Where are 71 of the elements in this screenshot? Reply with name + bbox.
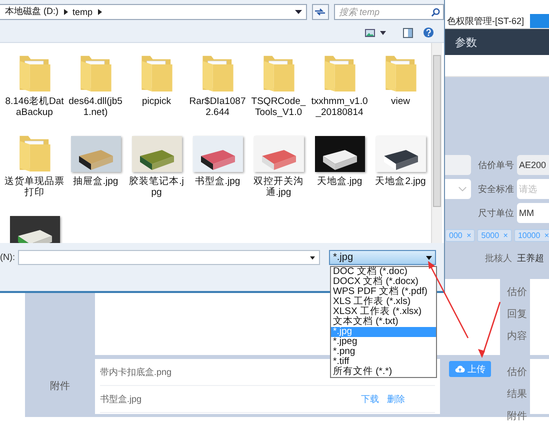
dropdown-option[interactable]: XLS 工作表 (*.xls) — [331, 297, 436, 307]
tag: 000 × — [445, 228, 476, 242]
dropdown-option[interactable]: 文本文档 (*.txt) — [331, 317, 436, 327]
field-value: 王养超 — [517, 252, 544, 264]
file-name[interactable]: 胶装笔记本.jpg — [126, 176, 186, 198]
dropdown-option[interactable]: *.png — [331, 347, 436, 357]
cloud-upload-icon — [454, 365, 464, 373]
dropdown-option[interactable]: WPS PDF 文档 (*.pdf) — [331, 287, 436, 297]
search-field[interactable]: 搜索 temp — [334, 4, 444, 20]
dropdown-icon[interactable] — [380, 30, 386, 34]
file-name[interactable]: picpick — [126, 96, 186, 107]
chevron-icon[interactable] — [98, 8, 102, 14]
dropdown-option[interactable]: *.tiff — [331, 357, 436, 367]
file-name[interactable]: 8.146老机DataBackup — [4, 96, 64, 118]
dropdown-option[interactable]: *.jpeg — [331, 337, 436, 347]
scrollbar[interactable] — [431, 43, 442, 243]
file-name[interactable]: view — [370, 96, 430, 107]
tag: 10000 × — [514, 228, 549, 242]
form-input[interactable] — [445, 155, 471, 175]
dropdown-option[interactable]: DOCX 文档 (*.docx) — [331, 277, 436, 287]
text-field[interactable]: AE200 — [517, 155, 549, 175]
chevron-icon[interactable] — [64, 8, 68, 14]
dropdown-option[interactable]: 所有文件 (*.*) — [331, 367, 436, 377]
file-name[interactable]: 双控开关沟通.jpg — [248, 176, 308, 198]
field-label: 估价 — [507, 366, 527, 379]
preview-pane-icon[interactable] — [403, 28, 413, 38]
field-label: 回复 — [507, 308, 527, 321]
search-icon — [431, 8, 440, 16]
tab[interactable]: 色权限管理-[ST-62] — [447, 14, 530, 28]
tag: 5000 × — [477, 228, 512, 242]
file-name[interactable]: 天地盒.jpg — [310, 176, 370, 187]
file-name[interactable]: 天地盒2.jpg — [370, 176, 430, 187]
dropdown-option[interactable]: XLSX 工作表 (*.xlsx) — [331, 307, 436, 317]
dropdown-icon[interactable] — [426, 256, 432, 260]
field-label: 安全标准 — [478, 182, 514, 196]
breadcrumb[interactable]: temp — [72, 6, 93, 16]
refresh-icon — [314, 6, 326, 16]
file-name[interactable]: txxhmm_v1.0_20180814 — [310, 96, 370, 118]
help-icon[interactable] — [423, 27, 434, 38]
file-type-select[interactable]: *.jpg — [329, 250, 436, 265]
file-name[interactable]: Rar$DIa10872.644 — [188, 96, 248, 118]
text-field[interactable]: MM — [517, 203, 549, 223]
field-label: 内容 — [507, 330, 527, 343]
text-field[interactable]: 请选 — [517, 179, 549, 199]
field-label: 批核人 — [485, 252, 512, 264]
dropdown-icon[interactable] — [294, 10, 302, 14]
field-label: 估价 — [507, 286, 527, 299]
field-label: 附件 — [50, 380, 70, 394]
chevron-icon — [458, 186, 467, 192]
refresh-button[interactable] — [312, 4, 329, 20]
dropdown-option[interactable]: DOC 文档 (*.doc) — [331, 267, 436, 277]
file-name[interactable]: 送货单现品票打印 — [4, 176, 64, 198]
dropdown-icon[interactable] — [310, 256, 315, 260]
file-name[interactable]: 书型盒.jpg — [188, 176, 248, 187]
file-name[interactable]: des64.dll(jb51.net) — [66, 96, 126, 118]
field-label: 结果 — [507, 388, 527, 401]
file-name[interactable]: 抽屉盒.jpg — [66, 176, 126, 187]
file-name-field[interactable] — [18, 250, 320, 265]
file-name[interactable]: TSQRCode_Tools_V1.0 — [248, 96, 308, 118]
field-label: 尺寸单位 — [478, 206, 514, 220]
file-name: 带内卡扣底盒.png — [100, 366, 172, 378]
arrow — [478, 302, 501, 358]
field-label: (N): — [0, 251, 15, 264]
form-input[interactable] — [445, 179, 471, 199]
section-title: 参数 — [455, 36, 477, 50]
breadcrumb[interactable]: 本地磁盘 (D:) — [5, 5, 58, 18]
address-bar[interactable]: 本地磁盘 (D:) temp — [0, 4, 307, 20]
field-label: 附件 — [507, 410, 527, 423]
file-name: 书型盒.jpg — [100, 392, 142, 406]
field-label: 估价单号 — [478, 158, 514, 172]
view-icon[interactable] — [365, 28, 375, 36]
